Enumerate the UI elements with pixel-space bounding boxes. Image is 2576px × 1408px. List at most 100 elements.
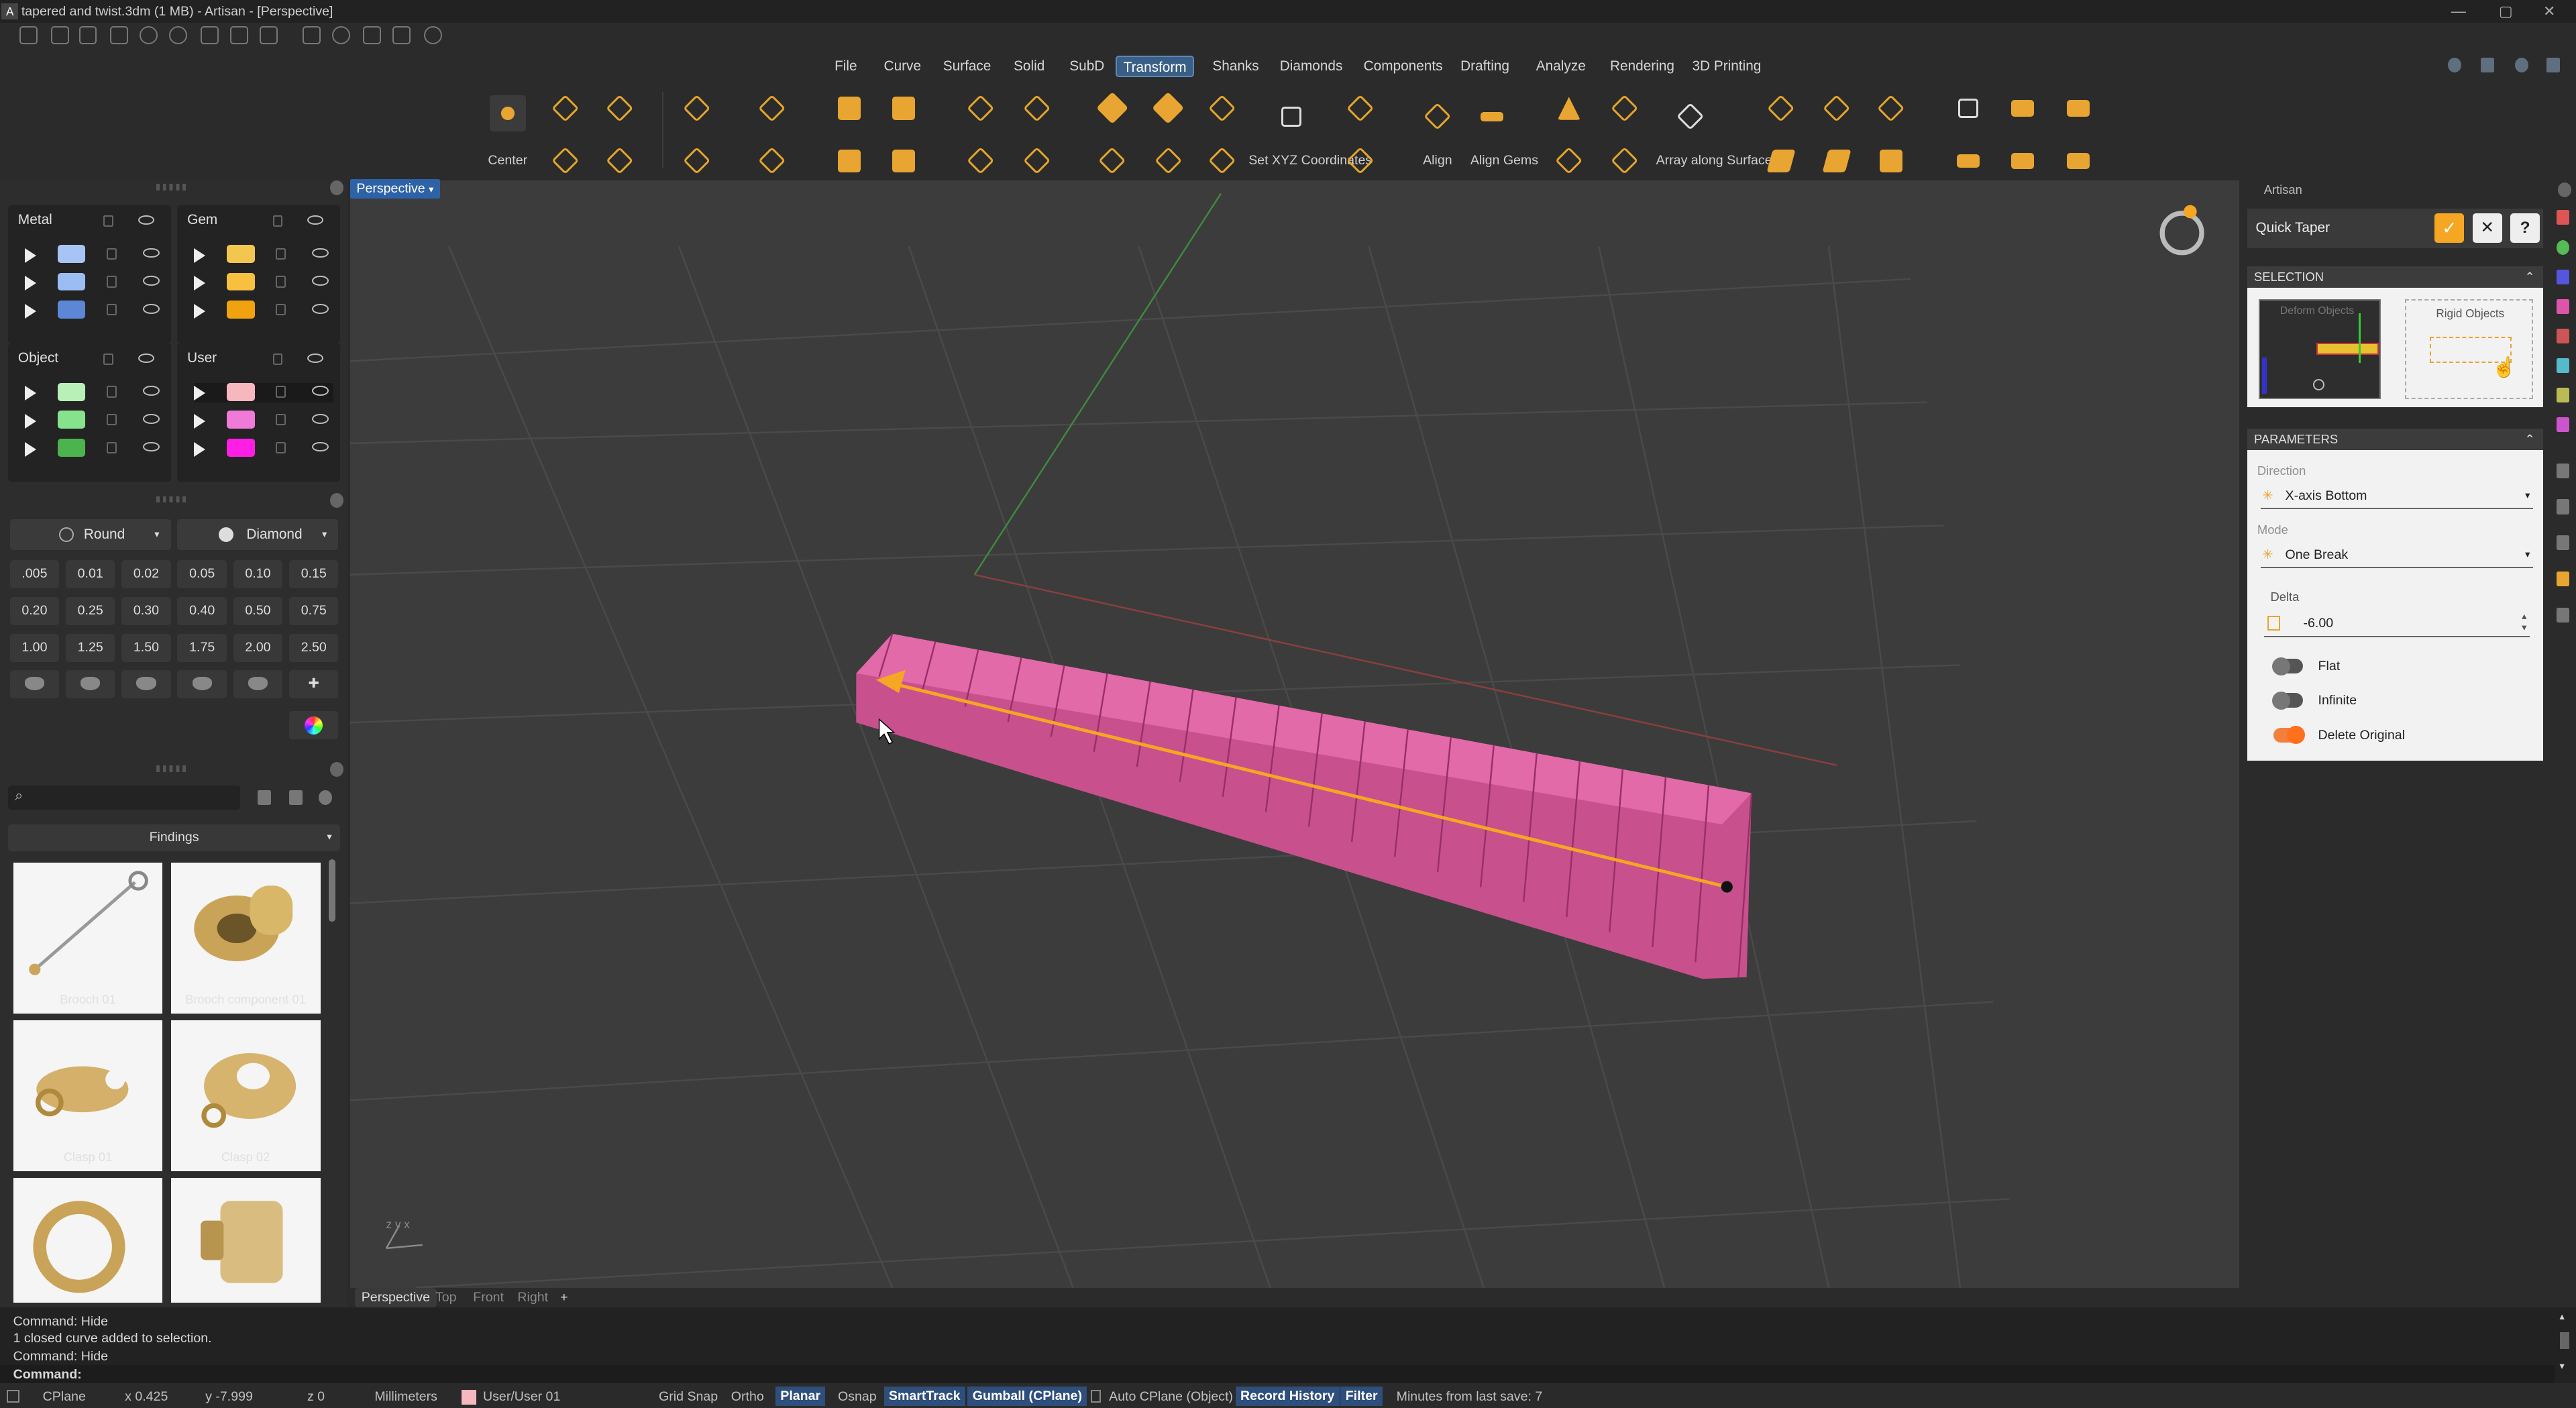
new-file-icon[interactable]	[19, 26, 38, 45]
library-item-brooch-component-01[interactable]	[170, 862, 321, 1014]
tapered-object[interactable]	[855, 634, 1752, 979]
layer-row[interactable]	[193, 438, 333, 458]
set-xyz-coordinates-icon[interactable]	[1273, 99, 1309, 135]
eye-icon[interactable]	[312, 414, 329, 424]
menu-subd[interactable]: SubD	[1063, 56, 1112, 77]
array-along-surface-icon[interactable]	[1672, 99, 1709, 135]
scroll-thumb[interactable]	[2559, 1332, 2570, 1349]
parameters-section-header[interactable]: PARAMETERS ⌃	[2247, 429, 2544, 450]
close-icon[interactable]: ✕	[2543, 0, 2555, 23]
gem-size-button[interactable]: 0.10	[233, 560, 283, 588]
snapshot-icon[interactable]	[2556, 499, 2570, 515]
play-icon[interactable]	[24, 248, 36, 263]
mirror-3pt-icon[interactable]	[754, 143, 790, 179]
eye-icon[interactable]	[312, 386, 329, 396]
mesh-icon[interactable]	[1950, 91, 1986, 127]
status-smarttrack[interactable]: SmartTrack	[883, 1386, 965, 1407]
eye-icon[interactable]	[312, 248, 329, 258]
rotate-view-icon[interactable]	[363, 26, 382, 45]
array-crv-on-srf-icon[interactable]	[1150, 143, 1186, 179]
taper-end-point[interactable]	[1721, 881, 1733, 893]
spin-stepper-icon[interactable]: ▴ ▾	[2522, 611, 2526, 634]
play-icon[interactable]	[193, 276, 205, 291]
new-template-icon[interactable]	[50, 26, 69, 45]
layer-color-swatch[interactable]	[57, 438, 86, 457]
gem-shape-dropdown[interactable]: Round ▾	[9, 519, 171, 551]
lock-icon[interactable]	[103, 353, 113, 365]
layers-icon[interactable]	[2480, 57, 2494, 72]
menu-drafting[interactable]: Drafting	[1454, 56, 1515, 77]
align-gems-icon[interactable]	[1474, 99, 1510, 135]
lock-icon[interactable]	[276, 248, 286, 260]
menu-solid[interactable]: Solid	[1007, 56, 1051, 77]
stretch-icon[interactable]	[1018, 143, 1055, 179]
pull-icon[interactable]	[1342, 143, 1379, 179]
array-icon[interactable]	[1094, 91, 1130, 127]
scale-2d-icon[interactable]	[678, 143, 714, 179]
gem-size-button[interactable]: 0.01	[65, 560, 115, 588]
help-icon[interactable]	[2515, 57, 2528, 72]
flow-icon[interactable]	[885, 91, 922, 127]
layer-color-swatch[interactable]	[226, 382, 255, 401]
gem-profile-icon[interactable]	[9, 670, 60, 698]
info-icon[interactable]	[2448, 57, 2461, 72]
ring-logo-icon[interactable]	[2159, 211, 2204, 256]
layer-color-swatch[interactable]	[57, 244, 86, 263]
eye-icon[interactable]	[138, 353, 155, 364]
cursor-select-icon[interactable]	[302, 26, 321, 45]
render-icon[interactable]	[2556, 269, 2570, 284]
panel-grip[interactable]	[156, 184, 189, 191]
cutter-2-icon[interactable]	[1819, 143, 1855, 179]
gem-size-button[interactable]: 0.20	[9, 597, 60, 625]
layer-color-swatch[interactable]	[57, 301, 86, 319]
status-units[interactable]: Millimeters	[374, 1385, 437, 1408]
layer-row[interactable]	[24, 382, 164, 402]
bezel-2-icon[interactable]	[1873, 143, 1909, 179]
status-cplane[interactable]: CPlane	[43, 1385, 86, 1408]
lock-icon[interactable]	[276, 386, 286, 398]
lock-icon[interactable]	[272, 353, 283, 365]
menu-rendering[interactable]: Rendering	[1603, 56, 1681, 77]
twist-icon[interactable]	[963, 143, 999, 179]
panel-settings-icon[interactable]	[330, 762, 343, 777]
gem-size-button[interactable]: 0.30	[121, 597, 171, 625]
tab-top[interactable]: Top	[429, 1288, 463, 1307]
open-folder-icon[interactable]	[78, 26, 97, 45]
layer-row[interactable]	[24, 301, 164, 320]
play-icon[interactable]	[193, 441, 205, 457]
align-icon[interactable]	[1419, 99, 1456, 135]
settings-icon[interactable]	[423, 26, 442, 45]
layer-row[interactable]	[24, 411, 164, 430]
history-icon[interactable]	[2556, 463, 2570, 478]
menu-components[interactable]: Components	[1357, 56, 1449, 77]
bezel-icon[interactable]	[1873, 91, 1909, 127]
lock-icon[interactable]	[107, 276, 117, 288]
status-filter[interactable]: Filter	[1340, 1386, 1383, 1407]
cancel-button[interactable]: ✕	[2472, 213, 2502, 243]
eye-icon[interactable]	[312, 276, 329, 286]
gems-grid-icon[interactable]	[1551, 143, 1587, 179]
options-icon[interactable]	[2546, 57, 2560, 72]
center-button[interactable]	[489, 95, 526, 131]
add-viewport-tab-button[interactable]: +	[553, 1288, 574, 1307]
folder-settings-icon[interactable]	[289, 790, 303, 805]
library-item-lobster-clasp[interactable]	[13, 1177, 163, 1303]
gem-on-surface-icon[interactable]	[1551, 91, 1587, 127]
layer-row[interactable]	[193, 244, 333, 264]
undo-icon[interactable]	[140, 26, 158, 45]
lights-icon[interactable]	[2556, 387, 2570, 402]
tab-front[interactable]: Front	[467, 1288, 511, 1307]
infinite-toggle[interactable]	[2271, 692, 2304, 710]
gem-profile-icon[interactable]	[177, 670, 227, 698]
scroll-down-icon[interactable]: ▾	[2560, 1360, 2565, 1372]
layers-panel-icon[interactable]	[2556, 239, 2570, 255]
gem-profile-icon[interactable]	[121, 670, 171, 698]
layer-color-swatch[interactable]	[462, 1389, 477, 1405]
eye-icon[interactable]	[312, 304, 329, 314]
gem-size-button[interactable]: 1.25	[65, 634, 115, 662]
panel-settings-icon[interactable]	[330, 492, 343, 508]
gumball-icon[interactable]	[2060, 91, 2096, 127]
lock-icon[interactable]	[107, 248, 117, 260]
layer-row-current[interactable]	[193, 382, 334, 402]
refresh-icon[interactable]	[319, 790, 332, 805]
